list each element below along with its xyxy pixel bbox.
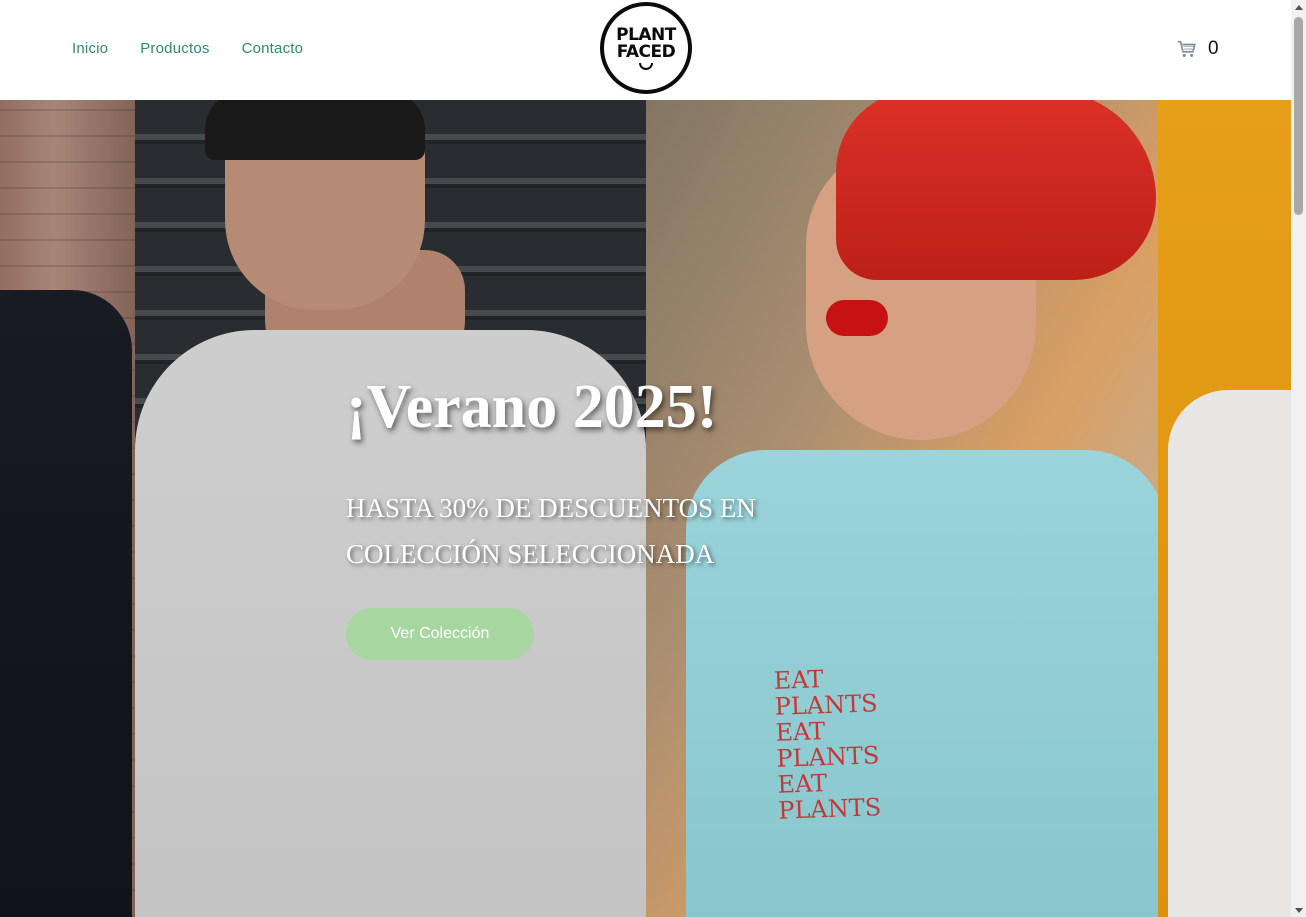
page-scrollbar[interactable] [1291, 0, 1306, 917]
nav-link-productos[interactable]: Productos [140, 40, 209, 57]
arrow-up-icon [1294, 4, 1303, 10]
arrow-down-icon [1294, 907, 1303, 913]
hero-subtitle: HASTA 30% DE DESCUENTOS EN COLECCIÓN SEL… [346, 493, 756, 569]
scroll-up-button[interactable] [1291, 0, 1306, 14]
scroll-down-button[interactable] [1291, 903, 1306, 917]
logo-text-faced: FACED [616, 41, 676, 62]
cart-button[interactable]: 0 [1176, 38, 1219, 65]
logo-smile-icon [639, 62, 653, 70]
cart-icon [1176, 38, 1198, 65]
main-nav: Inicio Productos Contacto [72, 40, 335, 57]
hero-title: ¡Verano 2025! [346, 373, 718, 441]
hero-banner: EAT PLANTS EAT PLANTS EAT PLANTS ¡Verano… [0, 100, 1291, 917]
nav-link-contacto[interactable]: Contacto [242, 40, 304, 57]
scroll-thumb[interactable] [1294, 17, 1303, 215]
nav-link-inicio[interactable]: Inicio [72, 40, 108, 57]
logo-text-plant: PLANT [616, 24, 676, 45]
brand-logo[interactable]: PLANT FACED [600, 2, 692, 94]
site-header: Inicio Productos Contacto PLANT FACED 0 [0, 0, 1291, 100]
cart-count: 0 [1208, 37, 1219, 59]
ver-coleccion-button[interactable]: Ver Colección [346, 608, 534, 660]
